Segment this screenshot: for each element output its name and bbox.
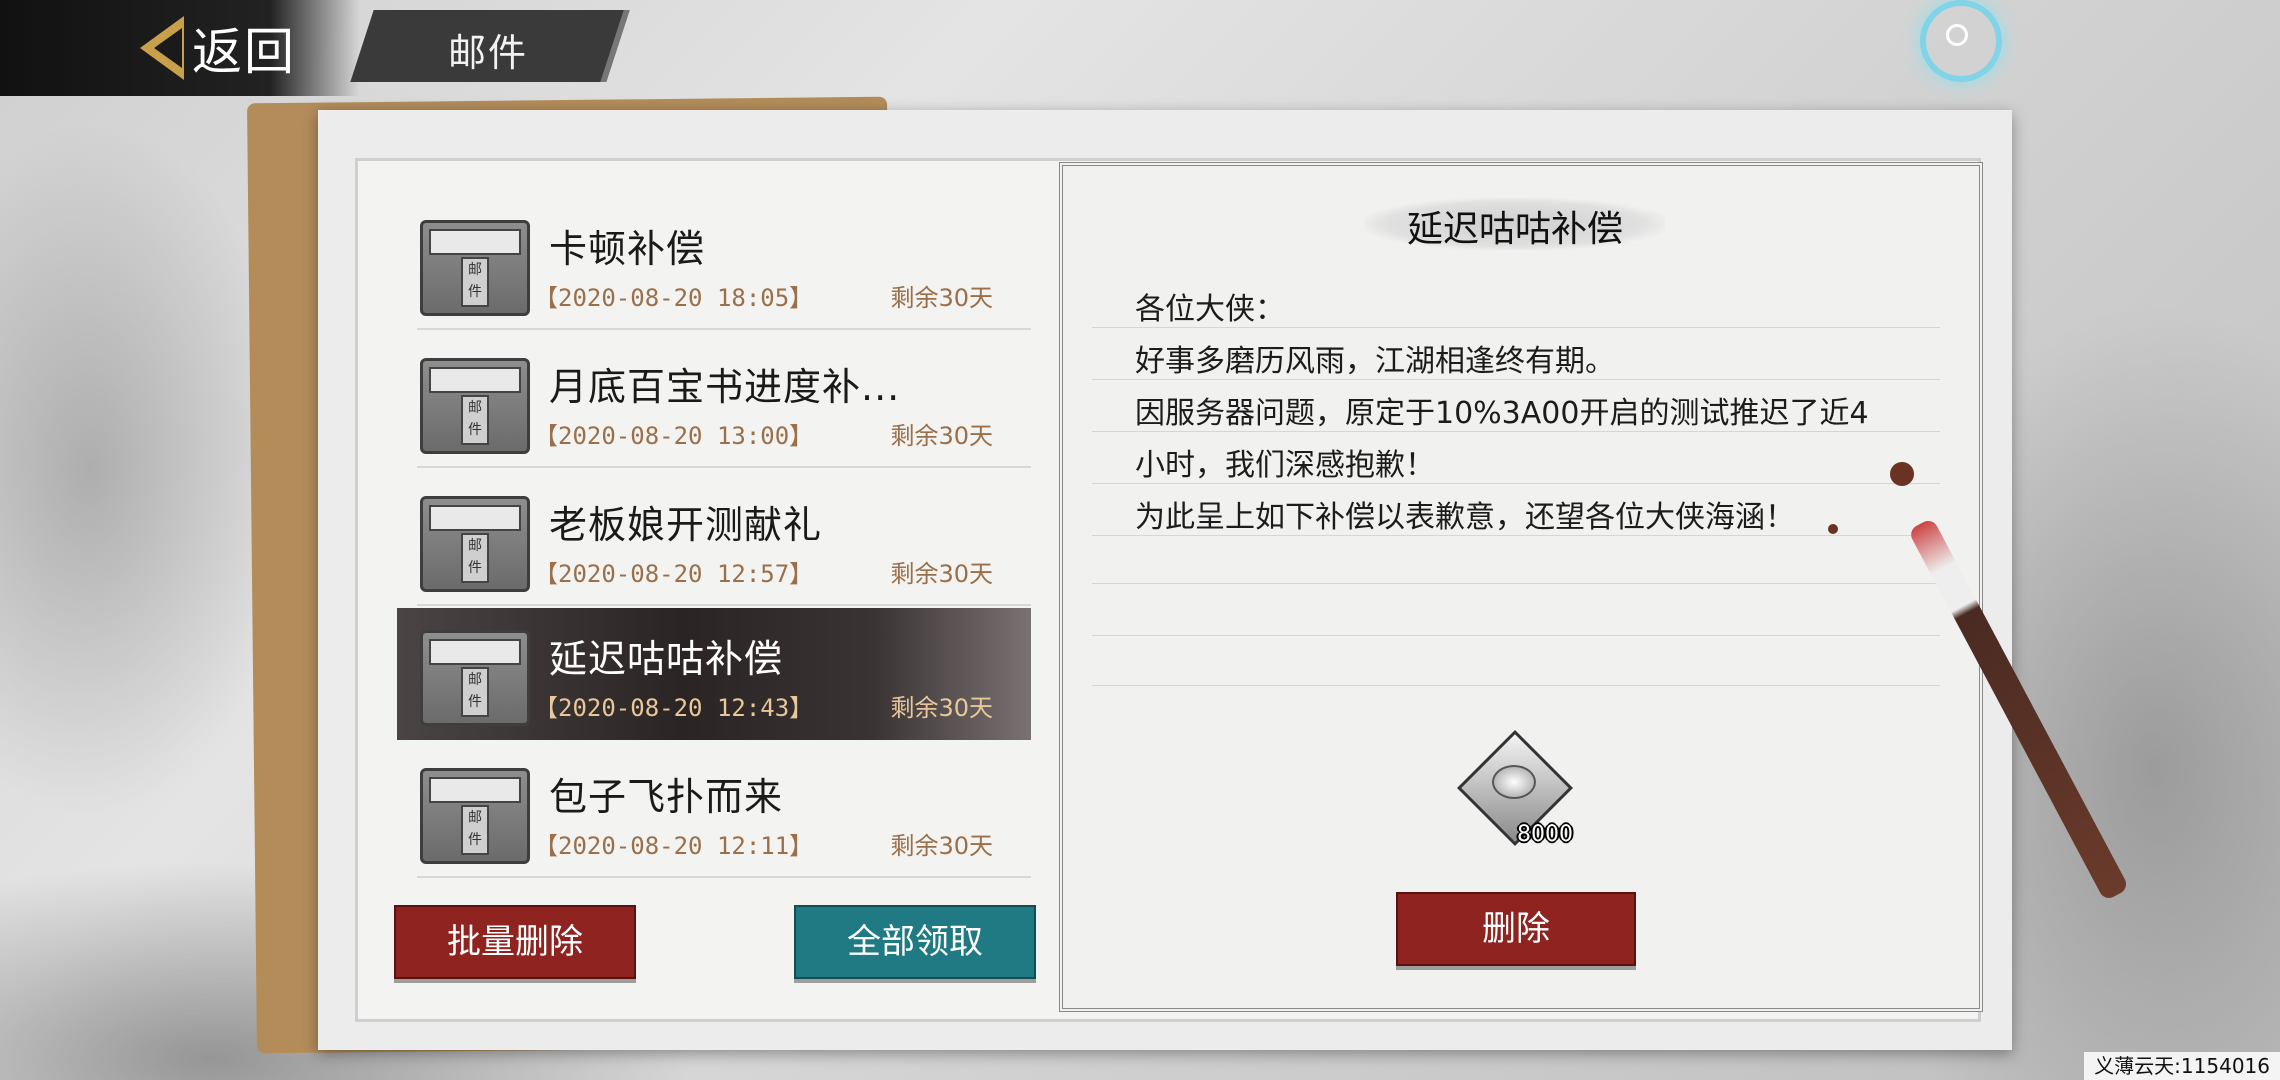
mail-remaining: 剩余30天 <box>890 832 993 860</box>
mail-box-icon: 邮件 <box>420 630 530 726</box>
ink-blot <box>1828 524 1838 534</box>
ink-blot <box>1890 462 1914 486</box>
divider <box>417 876 1031 878</box>
mail-list-item-selected[interactable]: 邮件 延迟咕咕补偿 【2020-08-20 12:43】 剩余30天 <box>397 608 1031 740</box>
silver-ingot-icon <box>1492 765 1536 799</box>
back-button[interactable]: 返回 <box>140 10 296 86</box>
mail-remaining: 剩余30天 <box>890 694 993 722</box>
mail-title: 卡顿补偿 <box>549 227 706 271</box>
page-title: 邮件 <box>448 31 529 75</box>
mail-title: 包子飞扑而来 <box>549 775 784 819</box>
back-label: 返回 <box>192 23 296 81</box>
delete-button[interactable]: 删除 <box>1396 892 1636 966</box>
mail-remaining: 剩余30天 <box>890 422 993 450</box>
detail-body-line: 小时，我们深感抱歉！ <box>1135 448 1435 483</box>
mail-title: 延迟咕咕补偿 <box>549 637 784 681</box>
batch-delete-button[interactable]: 批量删除 <box>394 905 636 979</box>
mail-box-icon: 邮件 <box>420 220 530 316</box>
mail-list-item[interactable]: 邮件 老板娘开测献礼 【2020-08-20 12:57】 剩余30天 <box>397 474 1031 606</box>
mail-remaining: 剩余30天 <box>890 284 993 312</box>
mail-title: 老板娘开测献礼 <box>549 503 823 547</box>
settings-dot-icon <box>1946 24 1968 46</box>
back-chevron-icon <box>140 16 184 80</box>
ruled-line <box>1092 685 1940 686</box>
mail-title: 月底百宝书进度补... <box>549 365 901 409</box>
claim-all-button[interactable]: 全部领取 <box>794 905 1036 979</box>
divider <box>417 604 1031 606</box>
detail-body-line: 因服务器问题，原定于10%3A00开启的测试推迟了近4 <box>1135 396 1869 431</box>
divider <box>417 328 1031 330</box>
detail-body-line: 各位大侠： <box>1135 292 1285 327</box>
mail-date: 【2020-08-20 12:11】 <box>534 832 814 860</box>
reward-item[interactable] <box>1457 730 1573 846</box>
mail-box-icon: 邮件 <box>420 496 530 592</box>
mail-date: 【2020-08-20 18:05】 <box>534 284 814 312</box>
ruled-line <box>1092 583 1940 584</box>
detail-body-line: 好事多磨历风雨，江湖相逢终有期。 <box>1135 344 1615 379</box>
user-id-label: 义薄云天:1154016 <box>2084 1052 2280 1080</box>
detail-body-line: 为此呈上如下补偿以表歉意，还望各位大侠海涵！ <box>1135 500 1795 535</box>
mail-list-item[interactable]: 邮件 月底百宝书进度补... 【2020-08-20 13:00】 剩余30天 <box>397 336 1031 468</box>
mail-box-icon: 邮件 <box>420 358 530 454</box>
mail-list-item[interactable]: 邮件 卡顿补偿 【2020-08-20 18:05】 剩余30天 <box>397 198 1031 330</box>
mail-list-item[interactable]: 邮件 包子飞扑而来 【2020-08-20 12:11】 剩余30天 <box>397 746 1031 878</box>
mail-box-icon: 邮件 <box>420 768 530 864</box>
mail-date: 【2020-08-20 12:57】 <box>534 560 814 588</box>
reward-count: 8000 <box>1517 822 1573 847</box>
mail-date: 【2020-08-20 13:00】 <box>534 422 814 450</box>
ruled-line <box>1092 635 1940 636</box>
detail-title: 延迟咕咕补偿 <box>1406 209 1623 250</box>
divider <box>417 466 1031 468</box>
mail-date: 【2020-08-20 12:43】 <box>534 694 814 722</box>
mail-remaining: 剩余30天 <box>890 560 993 588</box>
